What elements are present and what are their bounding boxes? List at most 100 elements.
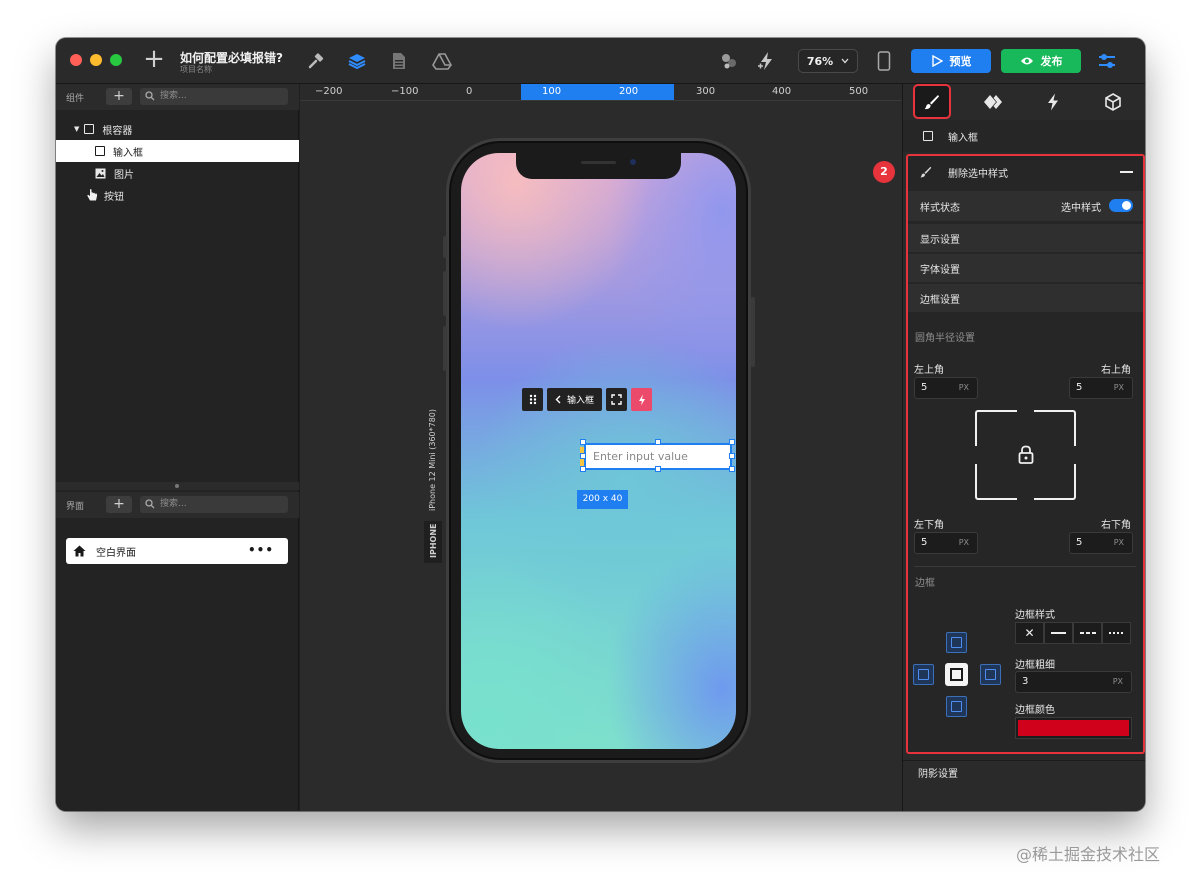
- more-icon[interactable]: •••: [248, 543, 274, 557]
- drive-icon[interactable]: [431, 50, 453, 72]
- front-camera: [630, 159, 636, 165]
- project-subtitle: 项目名称: [180, 65, 212, 74]
- border-style-dashed[interactable]: [1073, 622, 1102, 644]
- bottom-left-radius-input[interactable]: 5 PX: [914, 532, 978, 554]
- corner-top-right[interactable]: [1034, 410, 1076, 446]
- close-window-button[interactable]: [70, 54, 82, 66]
- document-icon[interactable]: [388, 50, 410, 72]
- border-left-toggle[interactable]: [913, 664, 934, 685]
- input-icon: [923, 131, 933, 141]
- add-component-button[interactable]: +: [106, 88, 132, 105]
- top-left-radius-input[interactable]: 5 PX: [914, 377, 978, 399]
- ruler-mark: 200: [619, 86, 639, 97]
- bottom-left-value: 5: [921, 537, 928, 548]
- tree-item-input[interactable]: 输入框: [56, 140, 299, 162]
- phone-side-button: [751, 297, 755, 367]
- minimize-window-button[interactable]: [90, 54, 102, 66]
- resize-handle[interactable]: [729, 453, 735, 459]
- chevron-down-icon: [841, 58, 849, 64]
- delete-style-row[interactable]: 删除选中样式: [908, 156, 1143, 188]
- device-icon[interactable]: [873, 50, 895, 72]
- page-item-blank[interactable]: 空白界面 •••: [66, 538, 288, 564]
- zoom-window-button[interactable]: [110, 54, 122, 66]
- add-page-button[interactable]: +: [106, 496, 132, 513]
- corner-top-left[interactable]: [975, 410, 1017, 446]
- ruler-mark: 100: [542, 86, 562, 97]
- border-style-solid[interactable]: [1044, 622, 1073, 644]
- style-state-value: 选中样式: [1061, 202, 1101, 214]
- panel-splitter[interactable]: [56, 482, 299, 490]
- display-settings-label: 显示设置: [920, 234, 960, 246]
- tree-item-button[interactable]: 按钮: [56, 184, 299, 206]
- play-icon: [931, 55, 943, 67]
- unit-label: PX: [958, 538, 969, 547]
- lock-icon[interactable]: [1018, 445, 1034, 465]
- bolt-icon: [638, 394, 645, 405]
- step-badge: 2: [873, 161, 895, 183]
- bottom-right-radius-input[interactable]: 5 PX: [1069, 532, 1133, 554]
- publish-button[interactable]: 发布: [1001, 49, 1081, 73]
- border-style-none[interactable]: ✕: [1015, 622, 1044, 644]
- corner-bottom-right[interactable]: [1034, 464, 1076, 500]
- corner-bottom-left[interactable]: [975, 464, 1017, 500]
- unit-label: PX: [1113, 538, 1124, 547]
- radius-preview: [975, 410, 1076, 500]
- resize-handle[interactable]: [729, 466, 735, 472]
- collapse-icon[interactable]: [1120, 171, 1133, 173]
- resize-handle[interactable]: [729, 439, 735, 445]
- border-style-dotted[interactable]: [1102, 622, 1131, 644]
- collaborators-icon[interactable]: [718, 50, 740, 72]
- add-icon[interactable]: +: [142, 46, 166, 72]
- watermark: @稀土掘金技术社区: [1016, 845, 1161, 864]
- tree-item-label: 根容器: [102, 125, 133, 137]
- preview-button[interactable]: 预览: [911, 49, 991, 73]
- font-settings-row[interactable]: 字体设置: [908, 254, 1143, 282]
- ruler-mark: −200: [315, 86, 343, 97]
- tab-events[interactable]: [1023, 84, 1083, 120]
- home-icon: [73, 545, 86, 557]
- tab-style[interactable]: [913, 84, 951, 119]
- border-settings-row[interactable]: 边框设置: [908, 284, 1143, 312]
- selected-style-toggle[interactable]: [1109, 199, 1133, 212]
- unit-label: PX: [958, 383, 969, 392]
- device-tag: IPHONE: [429, 523, 438, 559]
- border-bottom-toggle[interactable]: [946, 696, 967, 717]
- top-right-radius-input[interactable]: 5 PX: [1069, 377, 1133, 399]
- tab-component[interactable]: [963, 84, 1023, 120]
- tree-item-image[interactable]: 图片: [56, 162, 299, 184]
- zoom-select[interactable]: 76%: [798, 49, 858, 73]
- select-parent-button[interactable]: 输入框: [547, 388, 602, 411]
- component-search-input[interactable]: 搜索...: [140, 88, 288, 105]
- tree-item-root[interactable]: ▼ 根容器: [56, 118, 299, 140]
- splitter-grip: [175, 484, 179, 488]
- border-all-toggle[interactable]: [945, 663, 968, 686]
- tab-data[interactable]: [1083, 84, 1143, 120]
- border-color-picker[interactable]: [1015, 717, 1132, 739]
- page-search-input[interactable]: 搜索...: [140, 496, 288, 513]
- border-top-toggle[interactable]: [946, 632, 967, 653]
- style-settings-highlight: 2 删除选中样式 样式状态 选中样式 显示设置 字体设置 边框设置 圆角半径设置: [873, 154, 1145, 754]
- border-style-label: 边框样式: [1015, 610, 1055, 621]
- drag-handle-button[interactable]: [522, 388, 543, 411]
- eye-icon: [1020, 57, 1033, 65]
- hammer-icon[interactable]: [305, 50, 327, 72]
- bottom-left-label: 左下角: [914, 520, 944, 531]
- unit-label: PX: [1112, 677, 1123, 686]
- fullscreen-button[interactable]: [606, 388, 627, 411]
- settings-sliders-icon[interactable]: [1096, 50, 1118, 72]
- bolt-plus-icon[interactable]: [756, 50, 778, 72]
- event-button[interactable]: [631, 388, 652, 411]
- border-width-input[interactable]: 3 PX: [1015, 671, 1132, 693]
- display-settings-row[interactable]: 显示设置: [908, 224, 1143, 252]
- design-canvas[interactable]: iPhone 12 Mini (360*780) IPHONE 输入框 Ente…: [300, 101, 902, 811]
- device-size-label: iPhone 12 Mini (360*780): [428, 408, 437, 511]
- resize-handle[interactable]: [655, 466, 661, 472]
- border-right-toggle[interactable]: [980, 664, 1001, 685]
- resize-handle[interactable]: [580, 439, 586, 445]
- shadow-settings-row[interactable]: 阴影设置: [903, 760, 1145, 788]
- resize-handle[interactable]: [655, 439, 661, 445]
- phone-side-button: [443, 236, 447, 258]
- layers-icon[interactable]: [346, 50, 368, 72]
- resize-handle[interactable]: [580, 466, 586, 472]
- resize-handle[interactable]: [580, 453, 586, 459]
